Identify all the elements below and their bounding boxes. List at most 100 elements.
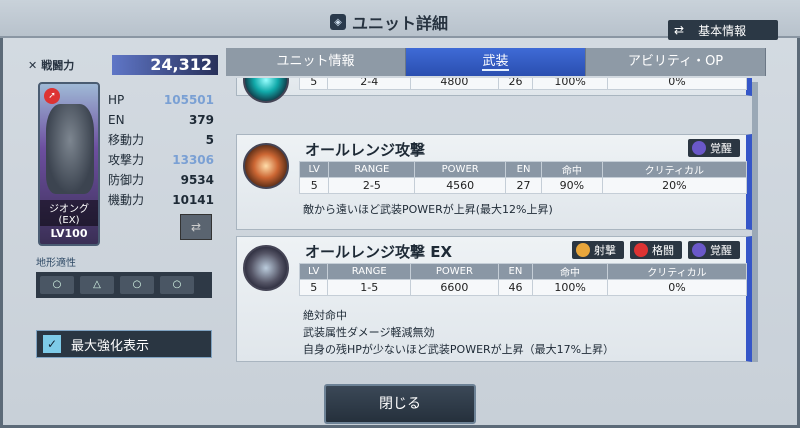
table-cell: 0% bbox=[606, 78, 748, 90]
stat-label: 防御力 bbox=[108, 173, 145, 187]
tag-icon bbox=[576, 243, 590, 257]
weapon-card[interactable]: LVRANGEPOWEREN命中クリティカル52-4480026100%0% bbox=[236, 78, 752, 103]
weapon-stats-table: LV RANGE POWER EN 命中 クリティカル 5 2-5 4560 27 90% 20% bbox=[298, 161, 748, 194]
stat-row: HP 105501 bbox=[108, 90, 214, 110]
table-header: EN bbox=[497, 263, 534, 280]
stat-list: HP 105501 EN 379 移動力 5 攻撃力 13306 防御力 9534 機動力 10141 bbox=[108, 90, 214, 210]
top-bar: ◈ ユニット詳細 ⇄ 基本情報 bbox=[0, 0, 800, 40]
stat-row: 機動力 10141 bbox=[108, 190, 214, 210]
weapon-description: 敵から遠いほど武装POWERが上昇(最大12%上昇) bbox=[303, 201, 553, 218]
table-header: POWER bbox=[414, 161, 507, 178]
stat-row: EN 379 bbox=[108, 110, 214, 130]
stat-value: 379 bbox=[188, 113, 214, 127]
stat-value: 5 bbox=[205, 133, 214, 147]
scrollbar[interactable] bbox=[752, 82, 758, 362]
stat-label: 移動力 bbox=[108, 133, 145, 147]
swap-icon: ⇄ bbox=[674, 23, 685, 37]
table-header: POWER bbox=[410, 263, 499, 280]
tab-1[interactable]: 武装 bbox=[406, 48, 586, 76]
table-cell: 0% bbox=[606, 279, 748, 296]
unit-level: LV100 bbox=[50, 227, 88, 240]
table-header: LV bbox=[298, 161, 330, 178]
table-cell: 100% bbox=[532, 78, 608, 90]
table-cell: 27 bbox=[505, 177, 542, 194]
swords-icon: ✕ bbox=[28, 58, 38, 72]
table-header: クリティカル bbox=[601, 161, 748, 178]
unit-portrait[interactable]: ➚ ジオング(EX) LV100 bbox=[38, 82, 100, 246]
terrain-aptitude: ○ △ ○ ○ bbox=[36, 272, 212, 298]
table-header: クリティカル bbox=[606, 263, 748, 280]
description-line: 敵から遠いほど武装POWERが上昇(最大12%上昇) bbox=[303, 203, 553, 216]
check-icon: ✓ bbox=[43, 335, 61, 353]
tab-bar: ユニット情報 武装 アビリティ・OP bbox=[226, 48, 766, 76]
table-cell: 90% bbox=[540, 177, 603, 194]
stat-value: 13306 bbox=[172, 153, 214, 167]
stat-label: 攻撃力 bbox=[108, 153, 145, 167]
weapon-description: 絶対命中武装属性ダメージ軽減無効自身の残HPが少ないほど武装POWERが上昇（最… bbox=[303, 307, 614, 358]
stat-row: 防御力 9534 bbox=[108, 170, 214, 190]
table-cell: 46 bbox=[497, 279, 534, 296]
table-cell: 1-5 bbox=[327, 279, 412, 296]
tab-2[interactable]: アビリティ・OP bbox=[586, 48, 766, 76]
combat-power-value: 24,312 bbox=[112, 55, 218, 75]
weapon-card[interactable]: オールレンジ攻撃 EX 射撃 格闘 覚醒 LV RANGE POWER EN 命中 クリティカル 5… bbox=[236, 236, 752, 362]
table-cell: 2-5 bbox=[328, 177, 416, 194]
terrain-slot: ○ bbox=[120, 276, 154, 294]
table-cell: 5 bbox=[298, 279, 329, 296]
weapon-card[interactable]: オールレンジ攻撃 覚醒 LV RANGE POWER EN 命中 クリティカル 5 2-5 4560… bbox=[236, 134, 752, 230]
table-cell: 4800 bbox=[410, 78, 499, 90]
swap-unit-button[interactable]: ⇄ bbox=[180, 214, 212, 240]
terrain-title: 地形適性 bbox=[36, 258, 76, 269]
weapon-name: オールレンジ攻撃 bbox=[305, 141, 426, 159]
table-cell: 4560 bbox=[414, 177, 507, 194]
tag-icon bbox=[634, 243, 648, 257]
description-line: 自身の残HPが少ないほど武装POWERが上昇（最大17%上昇） bbox=[303, 343, 615, 356]
table-header: RANGE bbox=[327, 263, 412, 280]
weapon-icon bbox=[243, 78, 289, 103]
table-cell: 26 bbox=[497, 78, 534, 90]
table-cell: 5 bbox=[298, 177, 330, 194]
weapon-stats-table: LVRANGEPOWEREN命中クリティカル52-4480026100%0% bbox=[298, 78, 748, 90]
terrain-slot: △ bbox=[80, 276, 114, 294]
terrain-slot: ○ bbox=[160, 276, 194, 294]
rocket-icon: ➚ bbox=[44, 88, 60, 104]
unit-name: ジオング(EX) bbox=[40, 200, 98, 226]
weapon-tags: 射撃 格闘 覚醒 bbox=[572, 241, 740, 259]
stat-value: 9534 bbox=[180, 173, 214, 187]
stat-label: HP bbox=[108, 93, 125, 107]
weapon-name: オールレンジ攻撃 EX bbox=[305, 243, 453, 261]
table-header: RANGE bbox=[328, 161, 416, 178]
weapon-tag: 格闘 bbox=[630, 241, 682, 259]
tag-icon bbox=[692, 141, 706, 155]
combat-power: ✕ 戦闘力 24,312 bbox=[28, 53, 218, 77]
table-header: 命中 bbox=[532, 263, 608, 280]
table-cell: 100% bbox=[532, 279, 608, 296]
tag-icon bbox=[692, 243, 706, 257]
weapon-icon bbox=[243, 143, 289, 189]
stat-row: 攻撃力 13306 bbox=[108, 150, 214, 170]
table-cell: 2-4 bbox=[327, 78, 412, 90]
basic-info-button[interactable]: ⇄ 基本情報 bbox=[668, 20, 778, 40]
table-cell: 20% bbox=[601, 177, 748, 194]
weapon-icon bbox=[243, 245, 289, 291]
description-line: 絶対命中 bbox=[303, 309, 347, 322]
weapon-tag: 射撃 bbox=[572, 241, 624, 259]
weapon-list: LVRANGEPOWEREN命中クリティカル52-4480026100%0%オー… bbox=[236, 78, 760, 364]
stat-row: 移動力 5 bbox=[108, 130, 214, 150]
terrain-slot: ○ bbox=[40, 276, 74, 294]
table-header: EN bbox=[505, 161, 542, 178]
tab-0[interactable]: ユニット情報 bbox=[226, 48, 406, 76]
weapon-stats-table: LV RANGE POWER EN 命中 クリティカル 5 1-5 6600 46 100% 0% bbox=[298, 263, 748, 296]
stat-label: 機動力 bbox=[108, 193, 145, 207]
stat-label: EN bbox=[108, 113, 125, 127]
table-cell: 5 bbox=[298, 78, 329, 90]
table-header: LV bbox=[298, 263, 329, 280]
table-header: 命中 bbox=[540, 161, 603, 178]
stat-value: 10141 bbox=[172, 193, 214, 207]
mobile-suit-image bbox=[46, 104, 94, 194]
close-button[interactable]: 閉じる bbox=[324, 384, 476, 424]
max-enhance-toggle[interactable]: ✓ 最大強化表示 bbox=[36, 330, 212, 358]
page-title: ◈ ユニット詳細 bbox=[330, 10, 448, 34]
description-line: 武装属性ダメージ軽減無効 bbox=[303, 326, 435, 339]
weapon-tag: 覚醒 bbox=[688, 241, 740, 259]
